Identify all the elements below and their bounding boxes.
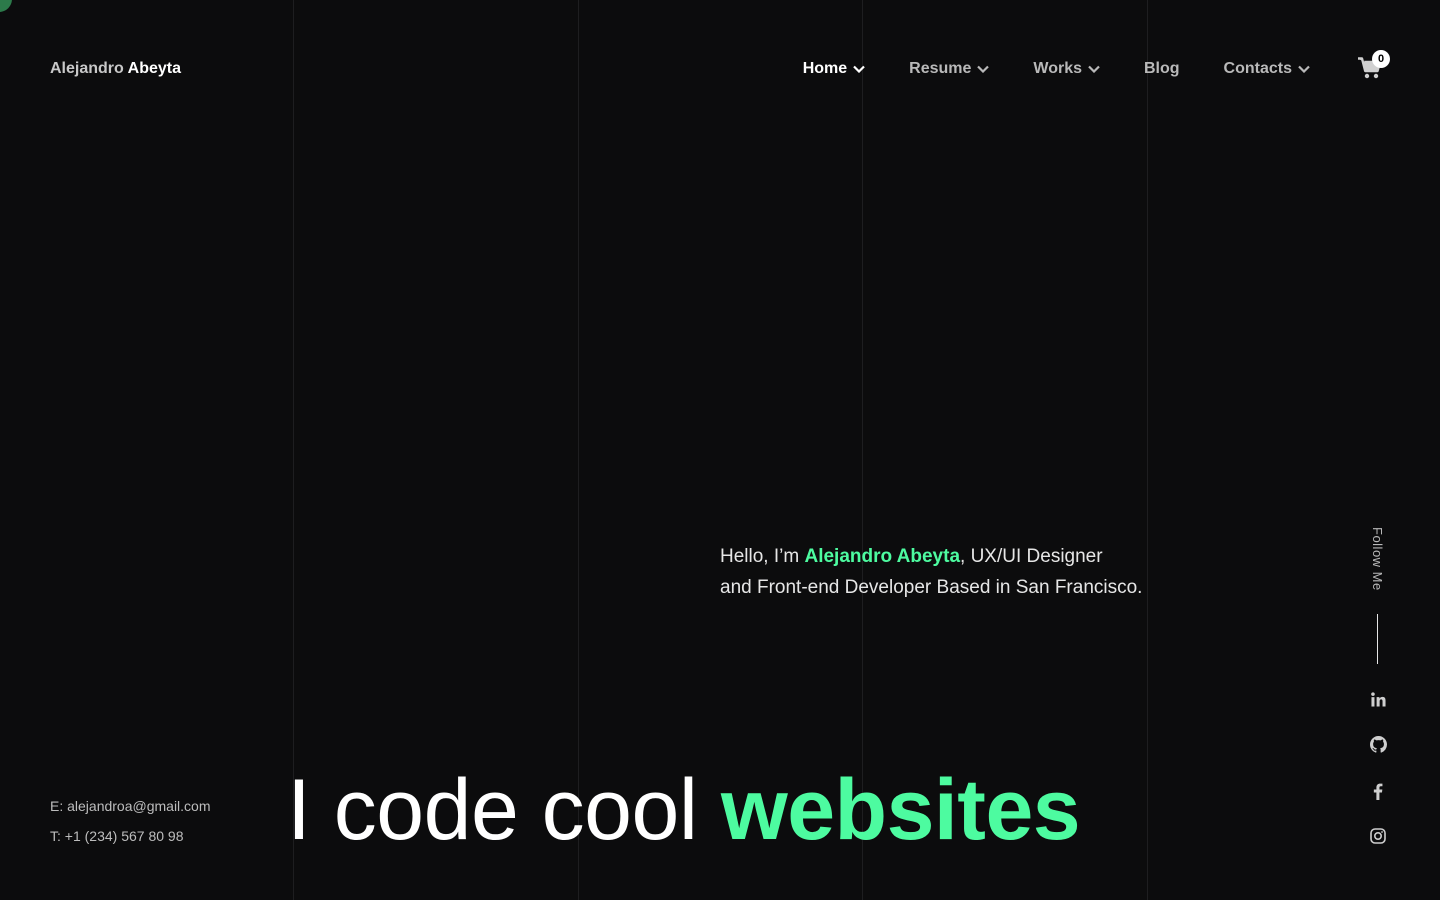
headline-text: I code cool [287, 762, 721, 858]
chevron-down-icon [977, 65, 990, 73]
headline-accent: websites [720, 762, 1081, 858]
intro-line-1: Hello, I’m Alejandro Abeyta, UX/UI Desig… [720, 541, 1142, 572]
logo-last-name: Abeyta [127, 60, 182, 77]
intro-greeting: Hello, I’m [720, 546, 805, 567]
github-link[interactable] [1369, 735, 1387, 753]
nav-item-works[interactable]: Works [1033, 58, 1100, 80]
nav-item-label: Blog [1144, 60, 1180, 77]
main-nav: Home Resume Works Blog Contacts [803, 58, 1310, 80]
cart-count-badge: 0 [1372, 50, 1390, 68]
intro-role: , UX/UI Designer [960, 546, 1103, 567]
nav-item-blog[interactable]: Blog [1144, 58, 1180, 80]
follow-me-label: Follow Me [1370, 527, 1385, 591]
nav-item-contacts[interactable]: Contacts [1224, 58, 1310, 80]
nav-item-label: Works [1033, 60, 1082, 77]
instagram-icon [1370, 828, 1386, 844]
nav-item-home[interactable]: Home [803, 58, 865, 80]
logo-first-name: Alejandro [50, 60, 124, 77]
github-icon [1369, 735, 1387, 753]
contact-email[interactable]: E: alejandroa@gmail.com [50, 798, 211, 814]
intro-line-2: and Front-end Developer Based in San Fra… [720, 577, 1143, 598]
grid-line [1147, 0, 1148, 900]
nav-item-label: Home [802, 60, 848, 77]
intro-name: Alejandro Abeyta [804, 546, 961, 567]
linkedin-icon [1370, 691, 1386, 707]
facebook-link[interactable] [1369, 782, 1387, 800]
intro-text: Hello, I’m Alejandro Abeyta, UX/UI Desig… [720, 541, 1142, 603]
nav-item-label: Resume [909, 60, 972, 77]
follow-divider [1377, 614, 1378, 664]
chevron-down-icon [1088, 65, 1100, 73]
chevron-down-icon [1298, 65, 1310, 73]
hero-headline: I code cool websites [287, 760, 1081, 860]
site-logo[interactable]: Alejandro Abeyta [50, 60, 181, 78]
nav-item-label: Contacts [1223, 60, 1292, 77]
linkedin-link[interactable] [1369, 690, 1387, 708]
nav-item-resume[interactable]: Resume [909, 58, 990, 80]
cursor-dot [0, 0, 12, 12]
chevron-down-icon [853, 65, 865, 73]
instagram-link[interactable] [1369, 827, 1387, 845]
contact-phone[interactable]: T: +1 (234) 567 80 98 [50, 828, 184, 844]
facebook-icon [1373, 783, 1383, 800]
